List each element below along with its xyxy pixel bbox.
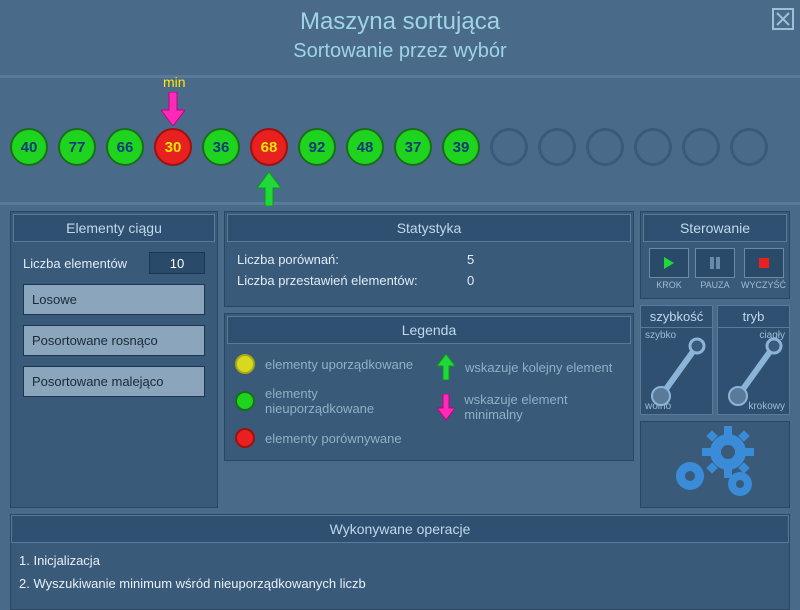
speed-lever-icon <box>643 332 713 412</box>
swaps-label: Liczba przestawień elementów: <box>237 273 467 288</box>
header: Maszyna sortująca Sortowanie przez wybór <box>0 0 800 71</box>
element-circle <box>538 128 576 166</box>
cursor-arrow-icon <box>257 172 281 206</box>
element-circle: 77 <box>58 128 96 166</box>
element-circle <box>634 128 672 166</box>
pause-icon <box>708 256 722 270</box>
visualization-area: min 40 77 66 30 36 68 92 48 37 39 <box>0 75 800 205</box>
mode-title: tryb <box>718 306 789 328</box>
step-button[interactable] <box>649 248 689 278</box>
clear-button[interactable] <box>744 248 784 278</box>
sorted-desc-button[interactable]: Posortowane malejąco <box>23 366 205 397</box>
speed-title: szybkość <box>641 306 712 328</box>
element-circle <box>490 128 528 166</box>
min-arrow-icon <box>161 92 185 126</box>
step-label: KROK <box>656 280 682 290</box>
dot-yellow-icon <box>235 354 255 374</box>
stats-panel-title: Statystyka <box>227 214 631 242</box>
legend-unsorted: elementy nieuporządkowane <box>265 386 423 416</box>
dot-red-icon <box>235 428 255 448</box>
arrow-up-icon <box>437 354 455 380</box>
close-button[interactable] <box>772 8 794 30</box>
count-input[interactable] <box>149 252 205 274</box>
operation-step: 2. Wyszukiwanie minimum wśród nieuporząd… <box>19 576 781 591</box>
operations-title: Wykonywane operacje <box>11 515 789 543</box>
comparisons-label: Liczba porównań: <box>237 252 467 267</box>
element-circles: 40 77 66 30 36 68 92 48 37 39 <box>10 128 768 166</box>
element-circle: 48 <box>346 128 384 166</box>
speed-lever[interactable]: szybko wolno <box>641 328 712 414</box>
pause-label: PAUZA <box>700 280 729 290</box>
operation-step: 1. Inicjalizacja <box>19 553 781 568</box>
count-label: Liczba elementów <box>23 256 127 271</box>
legend-compared: elementy porównywane <box>265 431 402 446</box>
legend-panel: Legenda elementy uporządkowane elementy … <box>224 313 634 461</box>
control-panel-title: Sterowanie <box>643 214 787 242</box>
element-circle: 39 <box>442 128 480 166</box>
speed-subpanel: szybkość szybko wolno <box>640 305 713 415</box>
elements-panel-title: Elementy ciągu <box>13 214 215 242</box>
arrow-down-icon <box>437 394 454 420</box>
mode-lever-icon <box>720 332 790 412</box>
mode-lever[interactable]: ciągły krokowy <box>718 328 789 414</box>
play-icon <box>662 256 676 270</box>
gears-panel <box>640 421 790 508</box>
random-button[interactable]: Losowe <box>23 284 205 315</box>
dot-green-icon <box>235 391 255 411</box>
pause-button[interactable] <box>695 248 735 278</box>
element-circle <box>730 128 768 166</box>
element-circle <box>586 128 624 166</box>
swaps-value: 0 <box>467 273 474 288</box>
mode-subpanel: tryb ciągły krokowy <box>717 305 790 415</box>
element-circle: 40 <box>10 128 48 166</box>
app-title: Maszyna sortująca <box>0 8 800 36</box>
operations-panel: Wykonywane operacje 1. Inicjalizacja 2. W… <box>10 514 790 610</box>
element-circle: 30 <box>154 128 192 166</box>
element-circle: 66 <box>106 128 144 166</box>
element-circle: 68 <box>250 128 288 166</box>
control-panel: Sterowanie KROK PAUZA <box>640 211 790 299</box>
legend-next: wskazuje kolejny element <box>465 360 612 375</box>
comparisons-value: 5 <box>467 252 474 267</box>
element-circle <box>682 128 720 166</box>
min-label: min <box>163 74 186 90</box>
elements-panel: Elementy ciągu Liczba elementów Losowe P… <box>10 211 218 508</box>
close-icon <box>776 12 790 26</box>
element-circle: 92 <box>298 128 336 166</box>
legend-panel-title: Legenda <box>227 316 631 344</box>
legend-sorted: elementy uporządkowane <box>265 357 413 372</box>
clear-label: WYCZYŚĆ <box>741 280 786 290</box>
app-subtitle: Sortowanie przez wybór <box>0 40 800 63</box>
stats-panel: Statystyka Liczba porównań: 5 Liczba prz… <box>224 211 634 307</box>
legend-min: wskazuje element minimalny <box>464 392 623 422</box>
element-circle: 37 <box>394 128 432 166</box>
stop-icon <box>757 256 771 270</box>
element-circle: 36 <box>202 128 240 166</box>
gears-icon <box>660 426 770 502</box>
sorted-asc-button[interactable]: Posortowane rosnąco <box>23 325 205 356</box>
